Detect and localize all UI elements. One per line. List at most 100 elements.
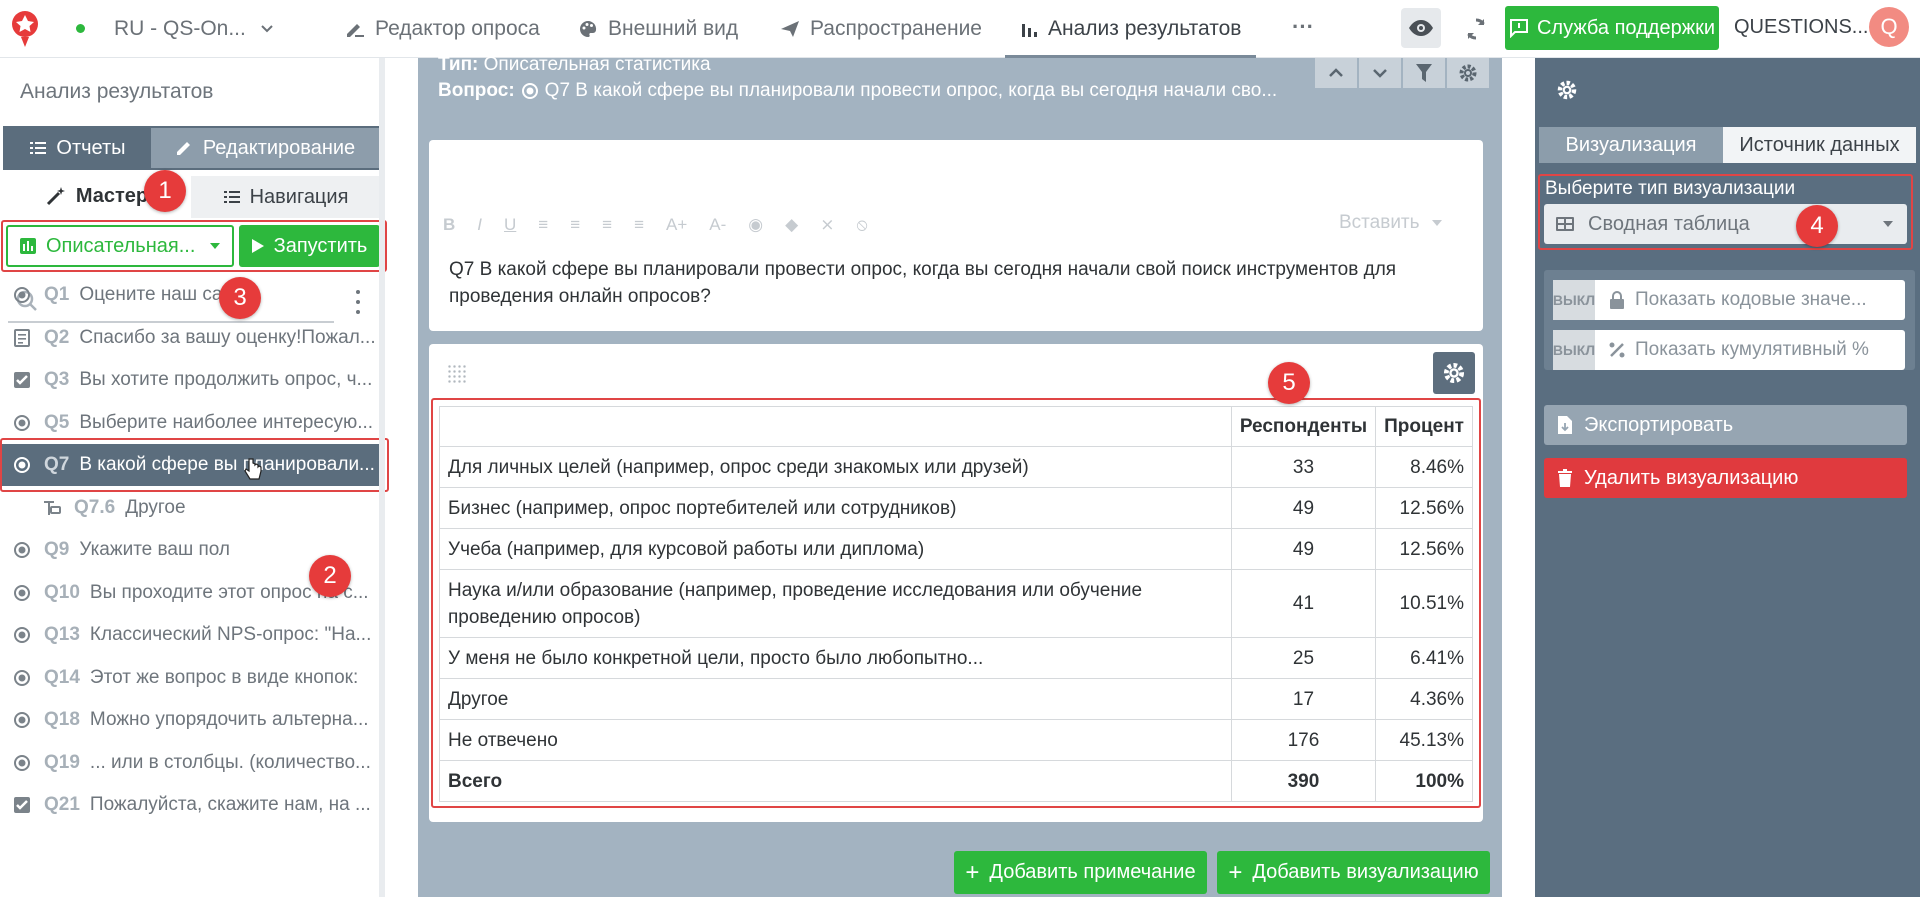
file-export-icon — [1558, 416, 1572, 434]
delete-visualization-button[interactable]: Удалить визуализацию — [1544, 458, 1907, 498]
toolbar-button[interactable]: ≡ — [602, 215, 612, 235]
export-button[interactable]: Экспортировать — [1544, 405, 1907, 445]
highlight-box-3 — [1, 220, 387, 272]
eye-icon — [1408, 19, 1434, 37]
question-item[interactable]: Q19 ... или в столбцы. (количество... — [0, 742, 385, 784]
toggle-cumulative[interactable]: ВЫКЛ Показать кумулятивный % — [1553, 330, 1905, 370]
tab-label: Распространение — [810, 17, 982, 40]
editor-toolbar: B I U ≡ ≡ ≡ ≡ A+ A- ◉ ◆ ⨯ ⦸ — [443, 210, 868, 240]
drag-handle-icon[interactable] — [447, 364, 467, 384]
mode-toggle: Отчеты Редактирование — [3, 126, 381, 170]
type-value: Описательная статистика — [483, 54, 711, 75]
insert-dropdown[interactable]: Вставить — [1339, 212, 1442, 234]
toolbar-button[interactable]: ≡ — [570, 215, 580, 235]
logo-icon[interactable] — [8, 8, 42, 50]
gear-icon[interactable] — [1447, 58, 1489, 88]
add-vis-label: Добавить визуализацию — [1252, 861, 1479, 883]
toolbar-button[interactable]: ≡ — [634, 215, 644, 235]
plus-icon: + — [1228, 858, 1243, 886]
navigation-tab[interactable]: Навигация — [191, 176, 381, 218]
main-content: Тип: Описательная статистика Вопрос: Q7 … — [418, 54, 1502, 897]
question-item[interactable]: Q18 Можно упорядочить альтерна... — [0, 699, 385, 741]
reports-tab[interactable]: Отчеты — [5, 128, 151, 168]
sidebar-scrollbar[interactable] — [379, 58, 385, 897]
toolbar-button[interactable]: A- — [709, 215, 726, 235]
avatar[interactable]: Q — [1869, 7, 1909, 47]
toolbar-button[interactable]: ⨯ — [820, 215, 834, 235]
editing-tab[interactable]: Редактирование — [151, 128, 379, 168]
support-button[interactable]: Служба поддержки — [1505, 6, 1719, 50]
checkbox-icon — [12, 370, 32, 390]
question-text: Можно упорядочить альтерна... — [89, 709, 369, 730]
toggle-state: ВЫКЛ — [1553, 330, 1595, 370]
project-name: RU - QS-On... — [114, 17, 246, 40]
annotation-badge-4: 4 — [1796, 205, 1838, 247]
add-note-label: Добавить примечание — [989, 861, 1196, 883]
toolbar-button[interactable]: ≡ — [538, 215, 548, 235]
question-id: Q7.6 — [74, 496, 116, 518]
question-item[interactable]: Q21 Пожалуйста, скажите нам, на ... — [0, 784, 385, 826]
tab-distribution[interactable]: Распространение — [780, 0, 982, 58]
delete-label: Удалить визуализацию — [1584, 466, 1799, 489]
editor-text[interactable]: Q7 В какой сфере вы планировали провести… — [449, 256, 1409, 310]
annotation-badge-5: 5 — [1268, 362, 1310, 404]
preview-button[interactable] — [1401, 8, 1441, 48]
plus-icon: + — [965, 858, 980, 886]
question-item[interactable]: Q13 Классический NPS-опрос: "На... — [0, 614, 385, 656]
right-panel: Визуализация Источник данных Выберите ти… — [1535, 58, 1920, 897]
tab-label: Анализ результатов — [1048, 17, 1242, 40]
tab-visualization[interactable]: Визуализация — [1539, 127, 1723, 163]
trash-icon — [1558, 469, 1572, 487]
chat-icon — [1509, 18, 1529, 38]
toggle-code-values[interactable]: ВЫКЛ Показать кодовые значе... — [1553, 280, 1905, 320]
toolbar-button[interactable]: ◉ — [748, 215, 763, 235]
radio-icon — [12, 285, 32, 305]
tab-results-analysis[interactable]: Анализ результатов — [1005, 0, 1257, 58]
toolbar-button[interactable]: B — [443, 215, 455, 235]
move-down-button[interactable] — [1359, 58, 1401, 88]
visualization-settings-button[interactable] — [1433, 352, 1475, 394]
move-up-button[interactable] — [1315, 58, 1357, 88]
toolbar-button[interactable]: ⦸ — [856, 215, 867, 235]
toolbar-button[interactable]: A+ — [666, 215, 687, 235]
question-id: Q18 — [44, 709, 80, 730]
refresh-icon[interactable] — [1461, 14, 1491, 44]
send-icon — [780, 20, 800, 38]
add-note-button[interactable]: + Добавить примечание — [954, 851, 1207, 894]
radio-icon — [12, 753, 32, 773]
type-label: Тип: — [438, 54, 479, 75]
question-item[interactable]: Q2 Спасибо за вашу оценку!Пожал... — [0, 317, 385, 359]
more-menu-button[interactable]: ··· — [1292, 14, 1314, 40]
account-name[interactable]: QUESTIONS... — [1734, 16, 1868, 39]
header-controls — [1315, 58, 1489, 88]
project-selector[interactable]: RU - QS-On... — [114, 0, 274, 58]
question-id: Q14 — [44, 666, 80, 688]
tab-appearance[interactable]: Внешний вид — [578, 0, 738, 58]
text-icon — [12, 328, 32, 348]
list-icon — [223, 190, 240, 204]
question-id: Q13 — [44, 624, 80, 645]
question-item[interactable]: Q7.6 Другое — [0, 487, 385, 529]
toolbar-button[interactable]: ◆ — [785, 215, 798, 235]
filter-button[interactable] — [1403, 58, 1445, 88]
question-item[interactable]: Q3 Вы хотите продолжить опрос, ч... — [0, 359, 385, 401]
top-bar: RU - QS-On... Редактор опроса Внешний ви… — [0, 0, 1920, 58]
question-text: Другое — [125, 496, 186, 518]
radio-icon — [12, 710, 32, 730]
question-text: Классический NPS-опрос: "На... — [89, 624, 372, 645]
highlight-box-4 — [1538, 174, 1913, 250]
add-visualization-button[interactable]: + Добавить визуализацию — [1217, 851, 1490, 894]
toolbar-button[interactable]: I — [477, 215, 482, 235]
question-id: Q1 — [44, 284, 70, 305]
tab-survey-editor[interactable]: Редактор опроса — [345, 0, 540, 58]
gear-icon[interactable] — [1554, 77, 1580, 103]
question-item[interactable]: Q14 Этот же вопрос в виде кнопок: — [0, 657, 385, 699]
highlight-box-5 — [431, 398, 1481, 808]
question-id: Q9 — [44, 539, 70, 560]
tab-data-source[interactable]: Источник данных — [1723, 127, 1916, 163]
master-label: Мастер — [75, 184, 149, 207]
question-item[interactable]: Q1 Оцените наш сайт — [0, 274, 385, 316]
question-text: Пожалуйста, скажите нам, на ... — [89, 794, 371, 815]
toolbar-button[interactable]: U — [504, 215, 516, 235]
support-label: Служба поддержки — [1536, 16, 1716, 39]
